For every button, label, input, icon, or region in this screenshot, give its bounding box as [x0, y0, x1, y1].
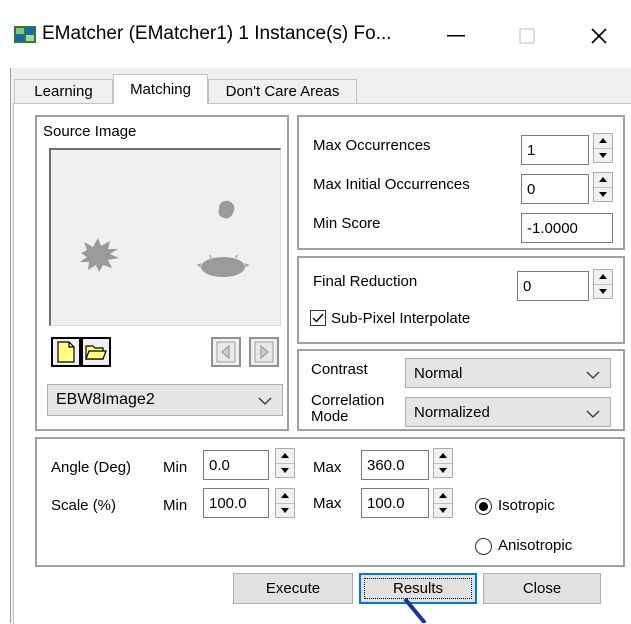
- pointer-annotation-line: [403, 597, 427, 623]
- tab-matching[interactable]: Matching: [113, 74, 208, 104]
